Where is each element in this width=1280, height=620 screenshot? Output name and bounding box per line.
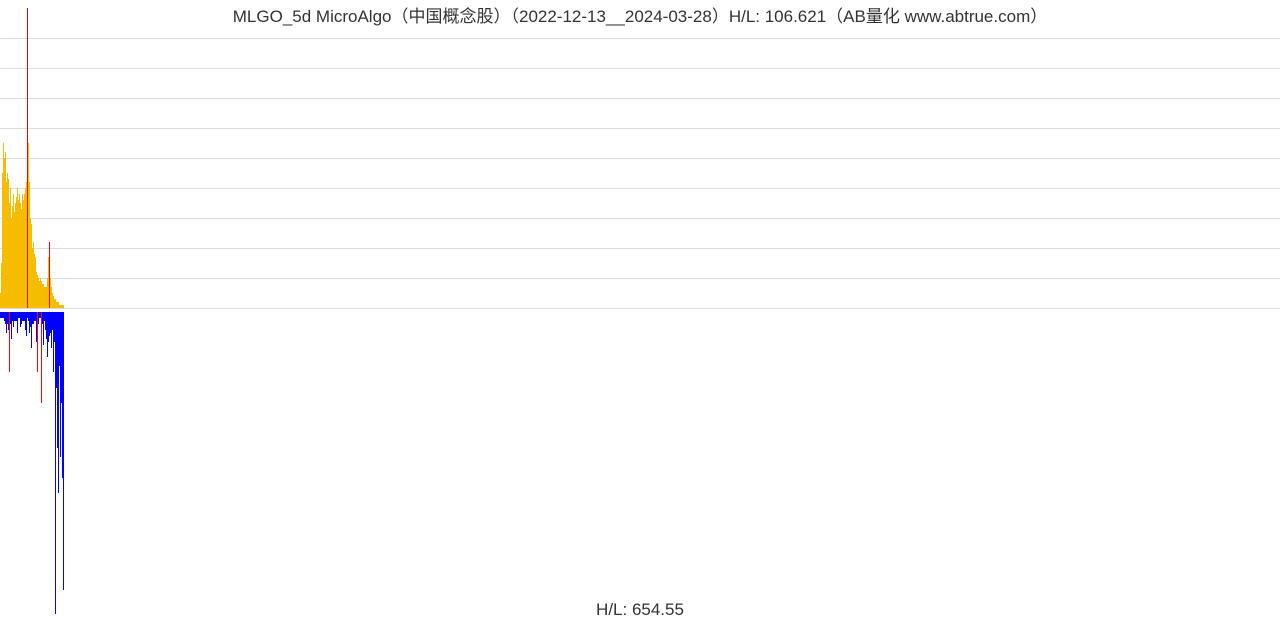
upper-bar xyxy=(63,305,64,308)
lower-panel xyxy=(0,312,1280,614)
lower-bar xyxy=(41,312,42,403)
lower-bar xyxy=(63,312,64,590)
upper-panel xyxy=(0,8,1280,308)
stock-chart: MLGO_5d MicroAlgo（中国概念股）（2022-12-13__202… xyxy=(0,0,1280,620)
chart-footer: H/L: 654.55 xyxy=(0,600,1280,620)
